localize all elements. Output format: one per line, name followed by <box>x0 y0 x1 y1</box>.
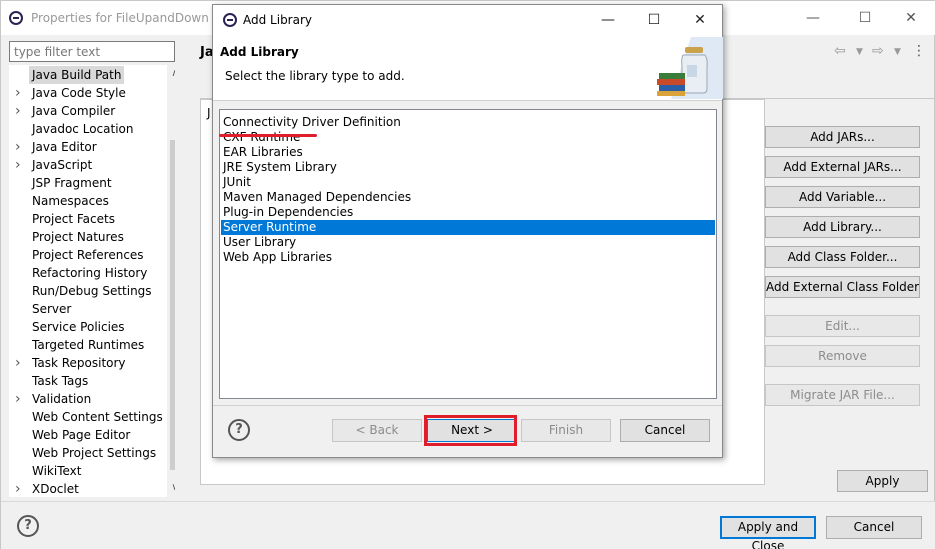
dialog-header: Add Library Select the library type to a… <box>213 35 723 101</box>
side-button[interactable]: Edit... <box>765 315 920 337</box>
tree-item-label: Java Editor <box>32 140 97 154</box>
tree-item-label: Task Repository <box>32 356 126 370</box>
chevron-right-icon[interactable]: › <box>15 138 25 156</box>
window-title: Properties for FileUpandDown <box>31 11 209 25</box>
dialog-titlebar: Add Library — ☐ ✕ <box>213 5 722 35</box>
side-button[interactable]: Add External Class Folder... <box>765 276 920 298</box>
tree-item-label: Java Build Path <box>29 66 125 84</box>
close-icon[interactable]: ✕ <box>901 9 921 27</box>
chevron-right-icon[interactable]: › <box>15 354 25 372</box>
dialog-heading: Add Library <box>220 45 299 59</box>
dialog-separator <box>213 405 722 406</box>
finish-button[interactable]: Finish <box>521 419 611 442</box>
tree-item-label: Task Tags <box>32 374 89 388</box>
library-type-list[interactable]: Connectivity Driver Definition CXF Runtim… <box>219 109 717 399</box>
chevron-down-icon[interactable]: ▼ <box>856 47 863 57</box>
tree-item-label: Service Policies <box>32 320 125 334</box>
tree-item-label: Refactoring History <box>32 266 148 280</box>
side-button[interactable]: Add Library... <box>765 216 920 238</box>
properties-button-bar: ? Apply and Close Cancel <box>1 501 935 549</box>
scrollbar-thumb[interactable] <box>170 140 175 470</box>
tree-scrollbar[interactable]: ∧ ∨ <box>167 65 175 497</box>
dialog-subtitle: Select the library type to add. <box>225 69 405 83</box>
annotation-highlight-box <box>424 415 517 446</box>
tree-item-label: Java Compiler <box>32 104 116 118</box>
tree-item-label: Namespaces <box>32 194 109 208</box>
chevron-right-icon[interactable]: › <box>15 480 25 497</box>
tree-item-label: Java Code Style <box>32 86 126 100</box>
tree-item-label: XDoclet <box>32 482 79 496</box>
library-type-item[interactable]: JUnit <box>221 175 715 190</box>
tree-item-label: Server <box>32 302 72 316</box>
tree-item-label: Javadoc Location <box>32 122 134 136</box>
tree-item-label: Web Project Settings <box>32 446 157 460</box>
library-type-item[interactable]: CXF Runtime <box>221 130 715 145</box>
chevron-right-icon[interactable]: › <box>15 102 25 120</box>
minimize-icon[interactable]: — <box>803 9 823 27</box>
side-button[interactable]: Add Variable... <box>765 186 920 208</box>
preference-tree: Java Build Path › Java Code Style › Java Com… <box>9 65 175 497</box>
tree-item-label: JSP Fragment <box>32 176 112 190</box>
tree-item-label: Project References <box>32 248 144 262</box>
library-type-item[interactable]: User Library <box>221 235 715 250</box>
tree-item-label: Targeted Runtimes <box>32 338 145 352</box>
side-button[interactable]: Migrate JAR File... <box>765 384 920 406</box>
close-icon[interactable]: ✕ <box>689 11 711 29</box>
eclipse-app-icon <box>9 11 23 25</box>
library-jar-icon <box>657 37 723 99</box>
apply-and-close-button[interactable]: Apply and Close <box>720 516 816 549</box>
chevron-right-icon[interactable]: › <box>15 156 25 174</box>
cancel-button[interactable]: Cancel <box>620 419 710 442</box>
filter-input[interactable] <box>9 41 175 62</box>
tree-item-label: Web Content Settings <box>32 410 163 424</box>
library-type-item[interactable]: JRE System Library <box>221 160 715 175</box>
more-icon[interactable]: ⋮ <box>912 43 926 59</box>
add-library-dialog: Add Library — ☐ ✕ Add Library Select the… <box>212 4 723 458</box>
forward-arrow-icon[interactable]: ⇨ <box>872 43 884 59</box>
library-type-item[interactable]: Plug-in Dependencies <box>221 205 715 220</box>
side-button[interactable]: Remove <box>765 345 920 367</box>
tree-item-label: Web Page Editor <box>32 428 131 442</box>
help-icon[interactable]: ? <box>17 515 39 537</box>
library-type-item[interactable]: Connectivity Driver Definition <box>221 115 715 130</box>
chevron-right-icon[interactable]: › <box>15 390 25 408</box>
tree-item-label: Run/Debug Settings <box>32 284 152 298</box>
chevron-right-icon[interactable]: › <box>15 84 25 102</box>
tree-item-label: JavaScript <box>32 158 93 172</box>
eclipse-app-icon <box>223 13 237 27</box>
back-button[interactable]: < Back <box>332 419 422 442</box>
scroll-down-icon[interactable]: ∨ <box>167 481 175 495</box>
minimize-icon[interactable]: — <box>597 11 619 29</box>
library-type-item[interactable]: Maven Managed Dependencies <box>221 190 715 205</box>
library-type-item[interactable]: Web App Libraries <box>221 250 715 265</box>
side-button[interactable]: Add JARs... <box>765 126 920 148</box>
tree-item-label: Project Natures <box>32 230 124 244</box>
maximize-icon[interactable]: ☐ <box>855 9 875 27</box>
library-type-item[interactable]: EAR Libraries <box>221 145 715 160</box>
tree-item-label: Project Facets <box>32 212 115 226</box>
back-arrow-icon[interactable]: ⇦ <box>834 43 846 59</box>
annotation-underline <box>219 134 317 137</box>
tree-item-label: WikiText <box>32 464 82 478</box>
tree-item-label: Validation <box>32 392 92 406</box>
apply-button[interactable]: Apply <box>837 470 928 492</box>
chevron-down-icon[interactable]: ▼ <box>894 47 901 57</box>
tab-content-label: J <box>207 106 211 120</box>
maximize-icon[interactable]: ☐ <box>643 11 665 29</box>
side-button[interactable]: Add External JARs... <box>765 156 920 178</box>
cancel-button[interactable]: Cancel <box>826 516 922 539</box>
dialog-title: Add Library <box>243 13 313 27</box>
scroll-up-icon[interactable]: ∧ <box>167 67 175 81</box>
library-type-item[interactable]: Server Runtime <box>221 220 715 235</box>
side-button[interactable]: Add Class Folder... <box>765 246 920 268</box>
help-icon[interactable]: ? <box>228 419 250 441</box>
